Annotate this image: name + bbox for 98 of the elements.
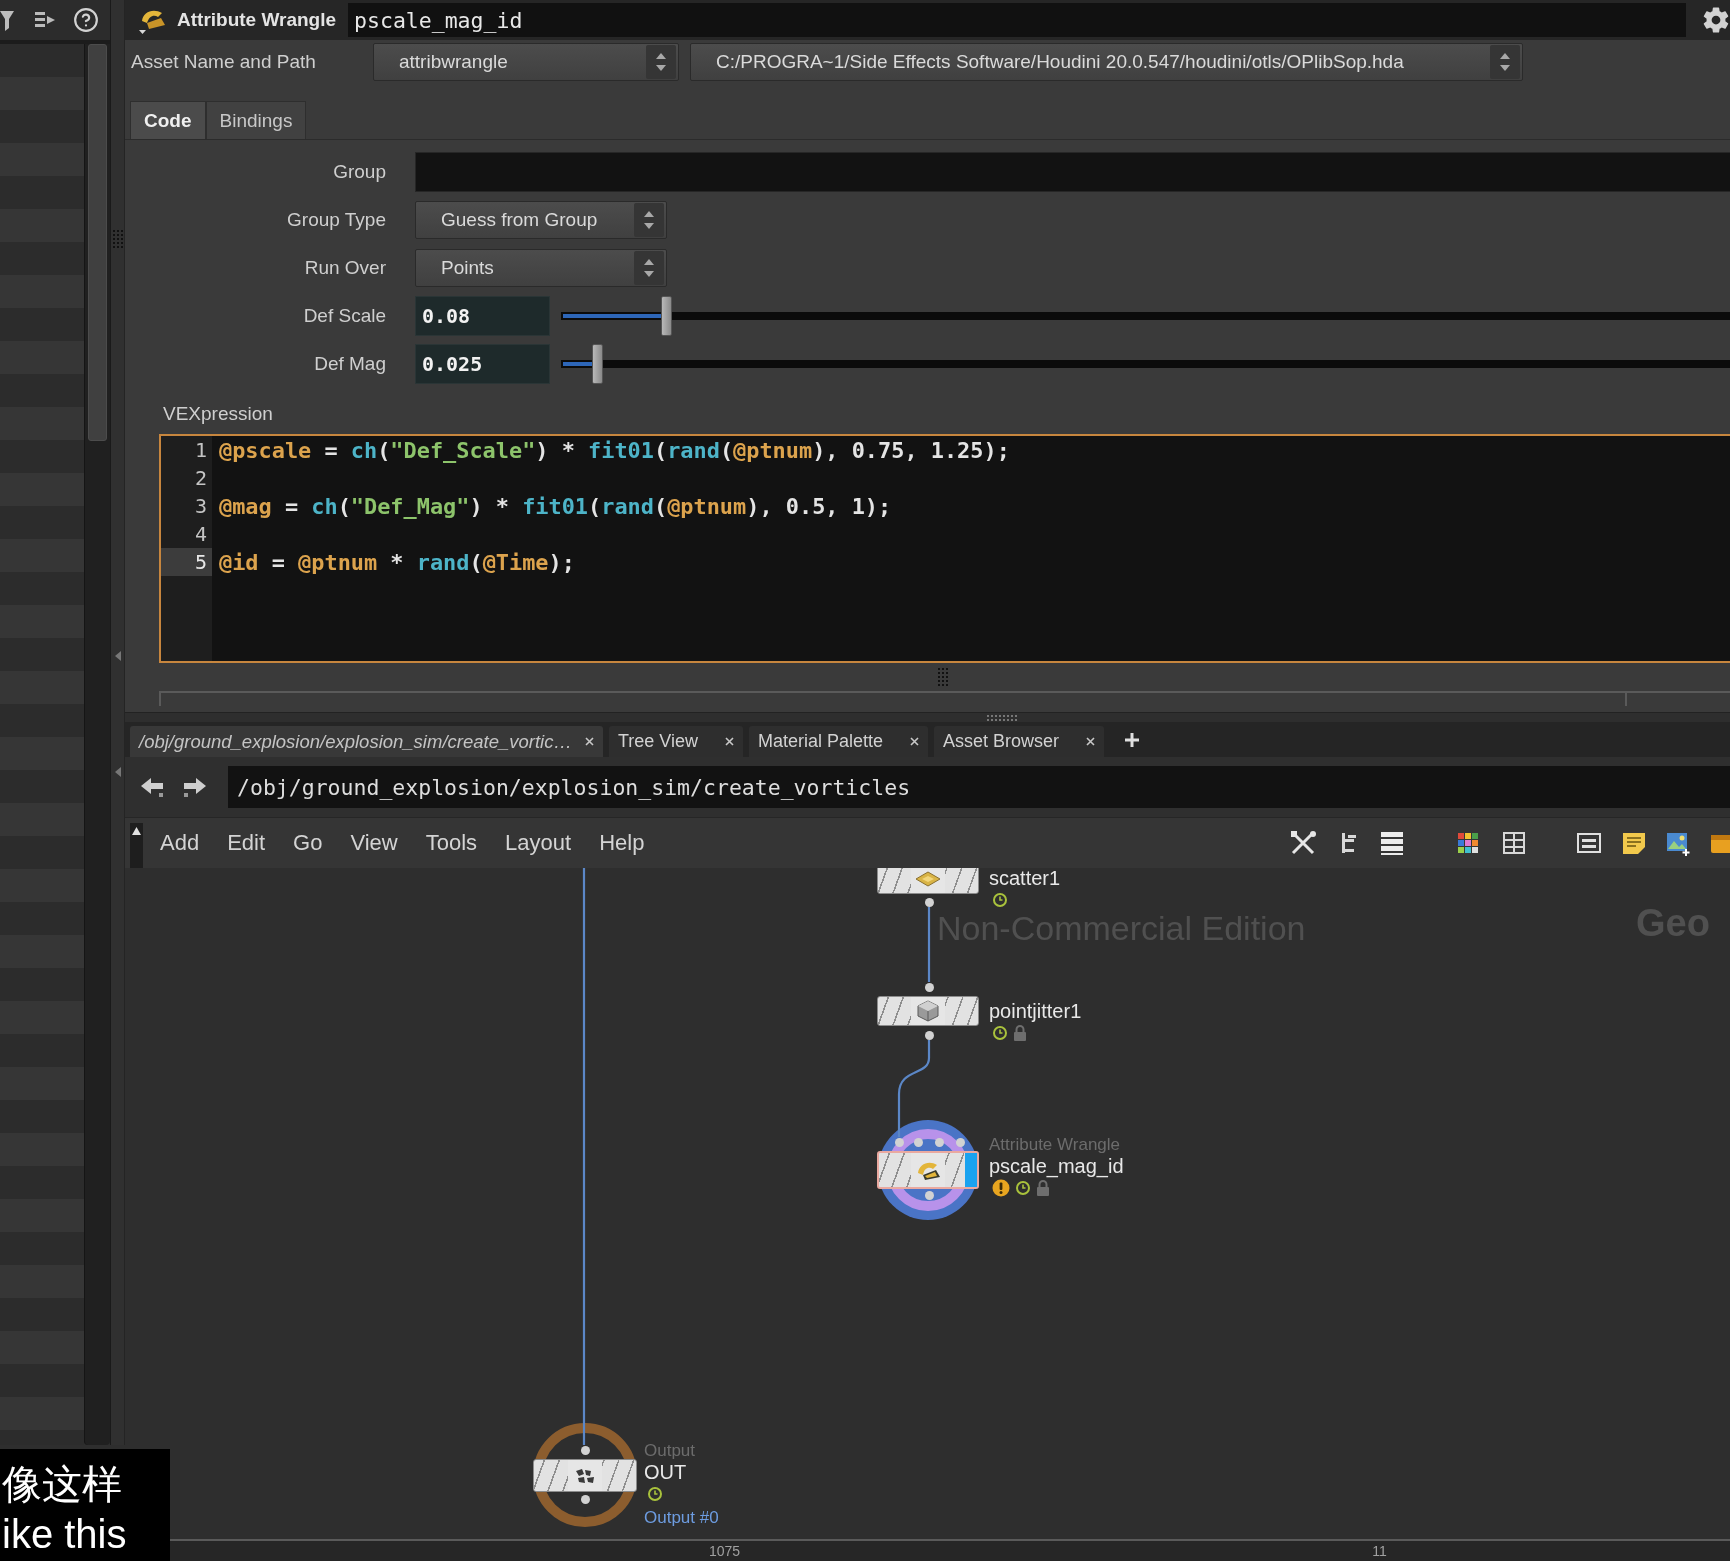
line-number: 4 [193, 521, 208, 548]
updown-arrows-icon [634, 203, 664, 237]
field-label: VEXpression [162, 404, 274, 424]
port-icon[interactable] [924, 982, 934, 992]
input-field[interactable] [415, 152, 1730, 192]
menu-item[interactable]: Layout [505, 830, 572, 856]
parameter-label: Group [333, 161, 386, 183]
line-number: 5 [161, 548, 212, 576]
menu-item[interactable]: View [350, 830, 398, 856]
close-icon[interactable] [725, 737, 734, 746]
scrollbar[interactable] [84, 44, 110, 1445]
port-icon[interactable] [924, 1030, 934, 1040]
tab[interactable]: Asset Browser [934, 726, 1105, 757]
node-name[interactable]: scatter1 [989, 868, 1061, 889]
grip-icon[interactable] [938, 668, 948, 686]
dropdown[interactable]: Guess from Group [415, 201, 667, 239]
parameter-label: Run Over [304, 257, 386, 279]
menu-item[interactable]: Go [293, 830, 323, 856]
clock-icon[interactable] [992, 1025, 1008, 1041]
tab[interactable]: Code [130, 101, 206, 139]
line-number: 3 [193, 493, 208, 520]
back-arrow-icon[interactable] [139, 775, 165, 799]
warning-icon[interactable] [992, 1179, 1010, 1197]
close-icon[interactable] [1086, 737, 1096, 746]
subtitle-text: ike this [2, 1511, 128, 1558]
scribble-icon [573, 1466, 597, 1485]
close-icon[interactable] [910, 737, 920, 746]
clock-icon[interactable] [992, 892, 1008, 908]
menu-item[interactable]: Help [599, 830, 645, 856]
tab[interactable]: Material Palette [749, 726, 929, 757]
code-line: @pscale = ch("Def_Scale") * fit01(rand(@ptnum), 0.75, 1.25); [219, 436, 1011, 464]
node-tile[interactable] [533, 1459, 637, 1492]
clock-icon[interactable] [647, 1486, 663, 1502]
crossed-tools-icon[interactable] [1289, 829, 1317, 857]
port-icon[interactable] [924, 897, 934, 907]
tab[interactable]: Tree View [608, 726, 743, 757]
output-label: Output #0 [644, 1507, 719, 1529]
slider-thumb[interactable] [661, 296, 673, 336]
code-line: @mag = ch("Def_Mag") * fit01(rand(@ptnum), 0.5, 1); [219, 492, 893, 520]
clock-icon[interactable] [1015, 1180, 1031, 1196]
menu-item[interactable]: Tools [425, 830, 478, 856]
collapse-arrow-icon[interactable] [114, 651, 121, 661]
dropdown[interactable]: C:/PROGRA~1/Side Effects Software/Houdini 20.0.547/houdini/otls/OPlibSop.hda [690, 43, 1523, 81]
updown-arrows-icon [634, 251, 664, 285]
menu-item[interactable]: Edit [227, 830, 266, 856]
node-name[interactable]: OUT [644, 1461, 687, 1483]
node-tile[interactable] [877, 868, 979, 894]
node-name[interactable]: pointjitter1 [989, 1000, 1082, 1022]
field-label: Asset Name and Path [131, 51, 317, 73]
scrollbar-thumb[interactable] [88, 44, 107, 441]
ruler-label: 1075 [709, 1543, 741, 1559]
updown-arrows-icon [646, 45, 676, 79]
parameter-label: Group Type [287, 209, 386, 231]
lock-icon[interactable] [1013, 1025, 1027, 1041]
close-icon[interactable] [584, 737, 594, 746]
tab[interactable]: Bindings [205, 101, 307, 139]
node-type-label: Attribute Wrangle [989, 1135, 1121, 1155]
dropdown[interactable]: Points [415, 249, 667, 287]
subtitle-text: 像这样 [2, 1461, 123, 1508]
forward-arrow-icon[interactable] [182, 775, 208, 799]
node-type-label: Attribute Wrangle [177, 9, 337, 31]
grid-icon[interactable] [1500, 829, 1528, 857]
line-number: 2 [193, 465, 208, 492]
scrollbar[interactable] [130, 823, 143, 868]
dropdown[interactable]: attribwrangle [373, 43, 679, 81]
path-field[interactable]: /obj/ground_explosion/explosion_sim/create_vorticles [228, 766, 1730, 808]
value-field[interactable]: 0.025 [415, 344, 550, 384]
cube-icon [917, 1000, 939, 1022]
slider-thumb[interactable] [592, 344, 604, 384]
updown-arrows-icon [1490, 45, 1520, 79]
node-tile[interactable] [877, 1151, 979, 1189]
lock-icon[interactable] [1036, 1180, 1050, 1196]
line-number: 1 [193, 437, 208, 464]
node-name[interactable]: pscale_mag_id [989, 1155, 1124, 1177]
parameter-label: Def Scale [303, 305, 386, 327]
code-editor[interactable]: 1 2 3 4 5 @pscale = ch("Def_Scale") * fit01(rand(@ptnum), 0.75, 1.25); @mag = ch("Def_Mag") * fit01(rand(@ptnum), 0.5, 1); @id = @ptnum * rand(@Time); [159, 434, 1730, 663]
node-type-label: Output [644, 1441, 696, 1461]
settings-icon[interactable] [1702, 6, 1730, 34]
parameter-label: Def Mag [314, 353, 386, 375]
plus-icon[interactable] [1124, 731, 1141, 748]
list-icon[interactable] [1378, 829, 1406, 857]
tab[interactable]: /obj/ground_explosion/explosion_sim/create_vortic… [130, 726, 603, 757]
port-icon[interactable] [580, 1494, 590, 1504]
grip-icon[interactable] [987, 714, 1017, 721]
value-field[interactable]: 0.08 [415, 296, 550, 336]
funnel-icon[interactable] [0, 8, 14, 32]
ruler-label: 11 [1372, 1543, 1387, 1559]
menu-item[interactable]: Add [160, 830, 200, 856]
horizontal-scrollbar[interactable] [159, 691, 1730, 706]
grip-icon[interactable] [112, 230, 123, 248]
help-icon[interactable] [73, 7, 99, 33]
node-name-field[interactable]: pscale_mag_id [348, 3, 1686, 37]
node-tile[interactable] [877, 996, 979, 1026]
code-line: @id = @ptnum * rand(@Time); [219, 548, 576, 576]
port-icon[interactable] [580, 1445, 590, 1455]
up-arrow-icon[interactable] [132, 827, 141, 835]
collapse-arrow-icon[interactable] [114, 767, 121, 777]
diamond-icon [915, 871, 941, 887]
